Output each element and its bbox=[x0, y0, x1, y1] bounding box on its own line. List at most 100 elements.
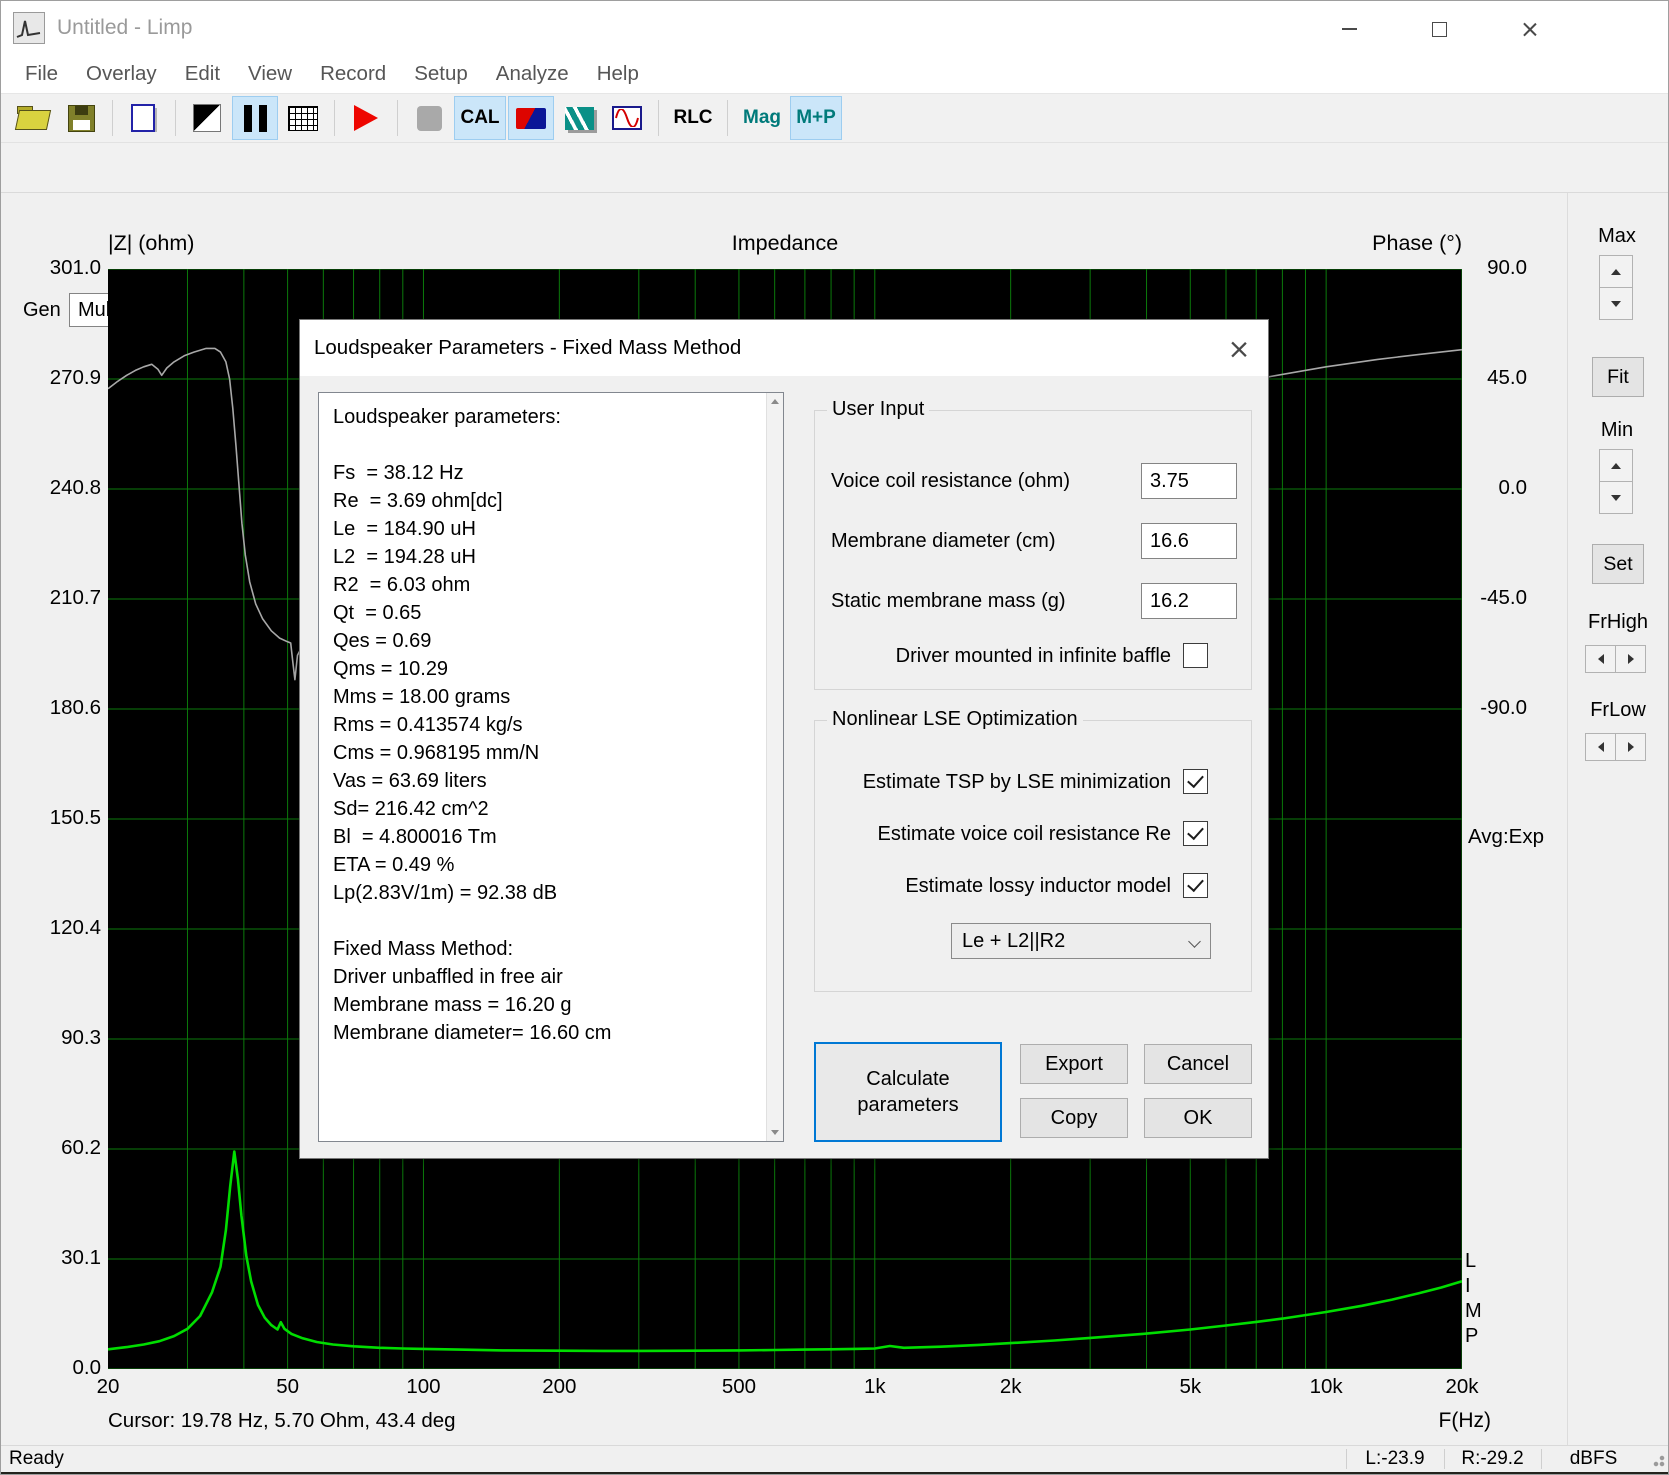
toolbar-button-open[interactable] bbox=[10, 96, 56, 140]
max-spinner[interactable] bbox=[1599, 255, 1633, 320]
toolbar-button-cal[interactable]: CAL bbox=[454, 96, 506, 140]
max-up-button[interactable] bbox=[1599, 255, 1633, 288]
status-right-level: R:-29.2 bbox=[1444, 1448, 1541, 1470]
minimize-button[interactable] bbox=[1335, 15, 1363, 43]
user-input-field-1[interactable] bbox=[1141, 523, 1237, 559]
menu-item-record[interactable]: Record bbox=[306, 55, 400, 93]
toolbar-button-mp[interactable]: M+P bbox=[790, 96, 842, 140]
toolbar-button-save[interactable] bbox=[58, 96, 104, 140]
baffle-label: Driver mounted in infinite baffle bbox=[831, 643, 1171, 669]
toolbar-button-signal[interactable] bbox=[604, 96, 650, 140]
f-tick-label: 500 bbox=[699, 1375, 779, 1399]
grid-icon bbox=[288, 106, 318, 131]
record-play-icon bbox=[354, 105, 378, 131]
scrollbar[interactable] bbox=[766, 393, 783, 1141]
user-input-group: User Input Voice coil resistance (ohm)Me… bbox=[814, 410, 1252, 690]
phase-tick-label: 45.0 bbox=[1471, 366, 1527, 390]
toolbar-button-scope[interactable] bbox=[556, 96, 602, 140]
scroll-down-button[interactable] bbox=[767, 1124, 783, 1141]
pause-bar bbox=[259, 105, 267, 132]
toolbar-button-generator[interactable] bbox=[508, 96, 554, 140]
frhigh-right-button[interactable] bbox=[1615, 645, 1646, 673]
generator-icon bbox=[516, 108, 546, 129]
menu-item-setup[interactable]: Setup bbox=[400, 55, 482, 93]
max-down-button[interactable] bbox=[1599, 287, 1633, 320]
ok-button[interactable]: OK bbox=[1144, 1098, 1252, 1138]
toolbar-button-mag[interactable]: Mag bbox=[736, 96, 788, 140]
menu-item-overlay[interactable]: Overlay bbox=[72, 55, 171, 93]
limp-letter: L bbox=[1465, 1249, 1482, 1274]
app-icon bbox=[13, 12, 45, 44]
toolbar-button-record-play[interactable] bbox=[343, 96, 389, 140]
maximize-icon bbox=[1432, 22, 1447, 37]
min-spinner[interactable] bbox=[1599, 449, 1633, 514]
set-button[interactable]: Set bbox=[1592, 544, 1644, 584]
maximize-button[interactable] bbox=[1425, 15, 1453, 43]
frlow-right-button[interactable] bbox=[1615, 733, 1646, 761]
calculate-parameters-button[interactable]: Calculate parameters bbox=[814, 1042, 1002, 1142]
copy-button[interactable]: Copy bbox=[1020, 1098, 1128, 1138]
baffle-checkbox[interactable] bbox=[1183, 643, 1208, 668]
inductor-model-dropdown[interactable]: Le + L2||R2 bbox=[951, 923, 1211, 959]
f-tick-label: 10k bbox=[1286, 1375, 1366, 1399]
f-tick-label: 20k bbox=[1422, 1375, 1502, 1399]
dialog-title-bar[interactable]: Loudspeaker Parameters - Fixed Mass Meth… bbox=[300, 320, 1268, 376]
menu-item-edit[interactable]: Edit bbox=[171, 55, 234, 93]
dialog-close-button[interactable] bbox=[1226, 337, 1250, 361]
toolbar-button-stop[interactable] bbox=[406, 96, 452, 140]
frhigh-left-button[interactable] bbox=[1585, 645, 1616, 673]
toolbar-button-pause[interactable] bbox=[232, 96, 278, 140]
frlow-left-button[interactable] bbox=[1585, 733, 1616, 761]
export-button[interactable]: Export bbox=[1020, 1044, 1128, 1084]
fit-button[interactable]: Fit bbox=[1592, 357, 1644, 397]
right-axis-title: Phase (°) bbox=[1262, 231, 1462, 256]
gen-label: Gen bbox=[23, 293, 61, 327]
z-tick-label: 210.7 bbox=[19, 586, 101, 610]
open-icon bbox=[17, 106, 49, 130]
z-tick-label: 180.6 bbox=[19, 696, 101, 720]
lse-checkbox-2[interactable] bbox=[1183, 873, 1208, 898]
f-tick-label: 50 bbox=[248, 1375, 328, 1399]
avg-indicator: Avg:Exp bbox=[1468, 825, 1544, 849]
close-button[interactable] bbox=[1515, 15, 1543, 43]
user-input-field-0[interactable] bbox=[1141, 463, 1237, 499]
down-arrow-icon bbox=[1611, 495, 1621, 501]
min-up-button[interactable] bbox=[1599, 449, 1633, 482]
parameters-text-panel: Loudspeaker parameters: Fs = 38.12 Hz Re… bbox=[318, 392, 784, 1142]
menu-bar: FileOverlayEditViewRecordSetupAnalyzeHel… bbox=[1, 55, 1669, 93]
min-down-button[interactable] bbox=[1599, 481, 1633, 514]
min-label: Min bbox=[1581, 419, 1653, 442]
menu-item-file[interactable]: File bbox=[11, 55, 72, 93]
menu-item-help[interactable]: Help bbox=[583, 55, 653, 93]
pause-bar bbox=[244, 105, 252, 132]
menu-item-view[interactable]: View bbox=[234, 55, 306, 93]
user-input-label-0: Voice coil resistance (ohm) bbox=[831, 463, 1070, 499]
frlow-arrows[interactable] bbox=[1585, 733, 1646, 761]
z-tick-label: 240.8 bbox=[19, 476, 101, 500]
user-input-label-1: Membrane diameter (cm) bbox=[831, 523, 1056, 559]
lse-optimization-group: Nonlinear LSE Optimization Estimate TSP … bbox=[814, 720, 1252, 992]
f-tick-label: 1k bbox=[835, 1375, 915, 1399]
mag-label: Mag bbox=[743, 107, 781, 129]
toolbar: CAL RLC Mag M+P bbox=[1, 93, 1669, 143]
toolbar-separator bbox=[175, 100, 176, 136]
f-tick-label: 20 bbox=[68, 1375, 148, 1399]
resize-grip[interactable] bbox=[1649, 1451, 1665, 1467]
toolbar-button-new-doc[interactable] bbox=[121, 96, 167, 140]
z-tick-label: 30.1 bbox=[19, 1246, 101, 1270]
down-arrow-icon bbox=[1611, 301, 1621, 307]
scroll-up-button[interactable] bbox=[767, 393, 783, 410]
toolbar-button-bw-display[interactable] bbox=[184, 96, 230, 140]
user-input-field-2[interactable] bbox=[1141, 583, 1237, 619]
toolbar-button-rlc[interactable]: RLC bbox=[667, 96, 719, 140]
right-arrow-icon bbox=[1628, 654, 1634, 664]
chevron-down-icon bbox=[1188, 935, 1201, 948]
frhigh-arrows[interactable] bbox=[1585, 645, 1646, 673]
toolbar-button-grid[interactable] bbox=[280, 96, 326, 140]
menu-item-analyze[interactable]: Analyze bbox=[482, 55, 583, 93]
cancel-button[interactable]: Cancel bbox=[1144, 1044, 1252, 1084]
limp-watermark: LIMP bbox=[1465, 1249, 1482, 1349]
lse-checkbox-1[interactable] bbox=[1183, 821, 1208, 846]
lse-checkbox-0[interactable] bbox=[1183, 769, 1208, 794]
toolbar-separator bbox=[397, 100, 398, 136]
